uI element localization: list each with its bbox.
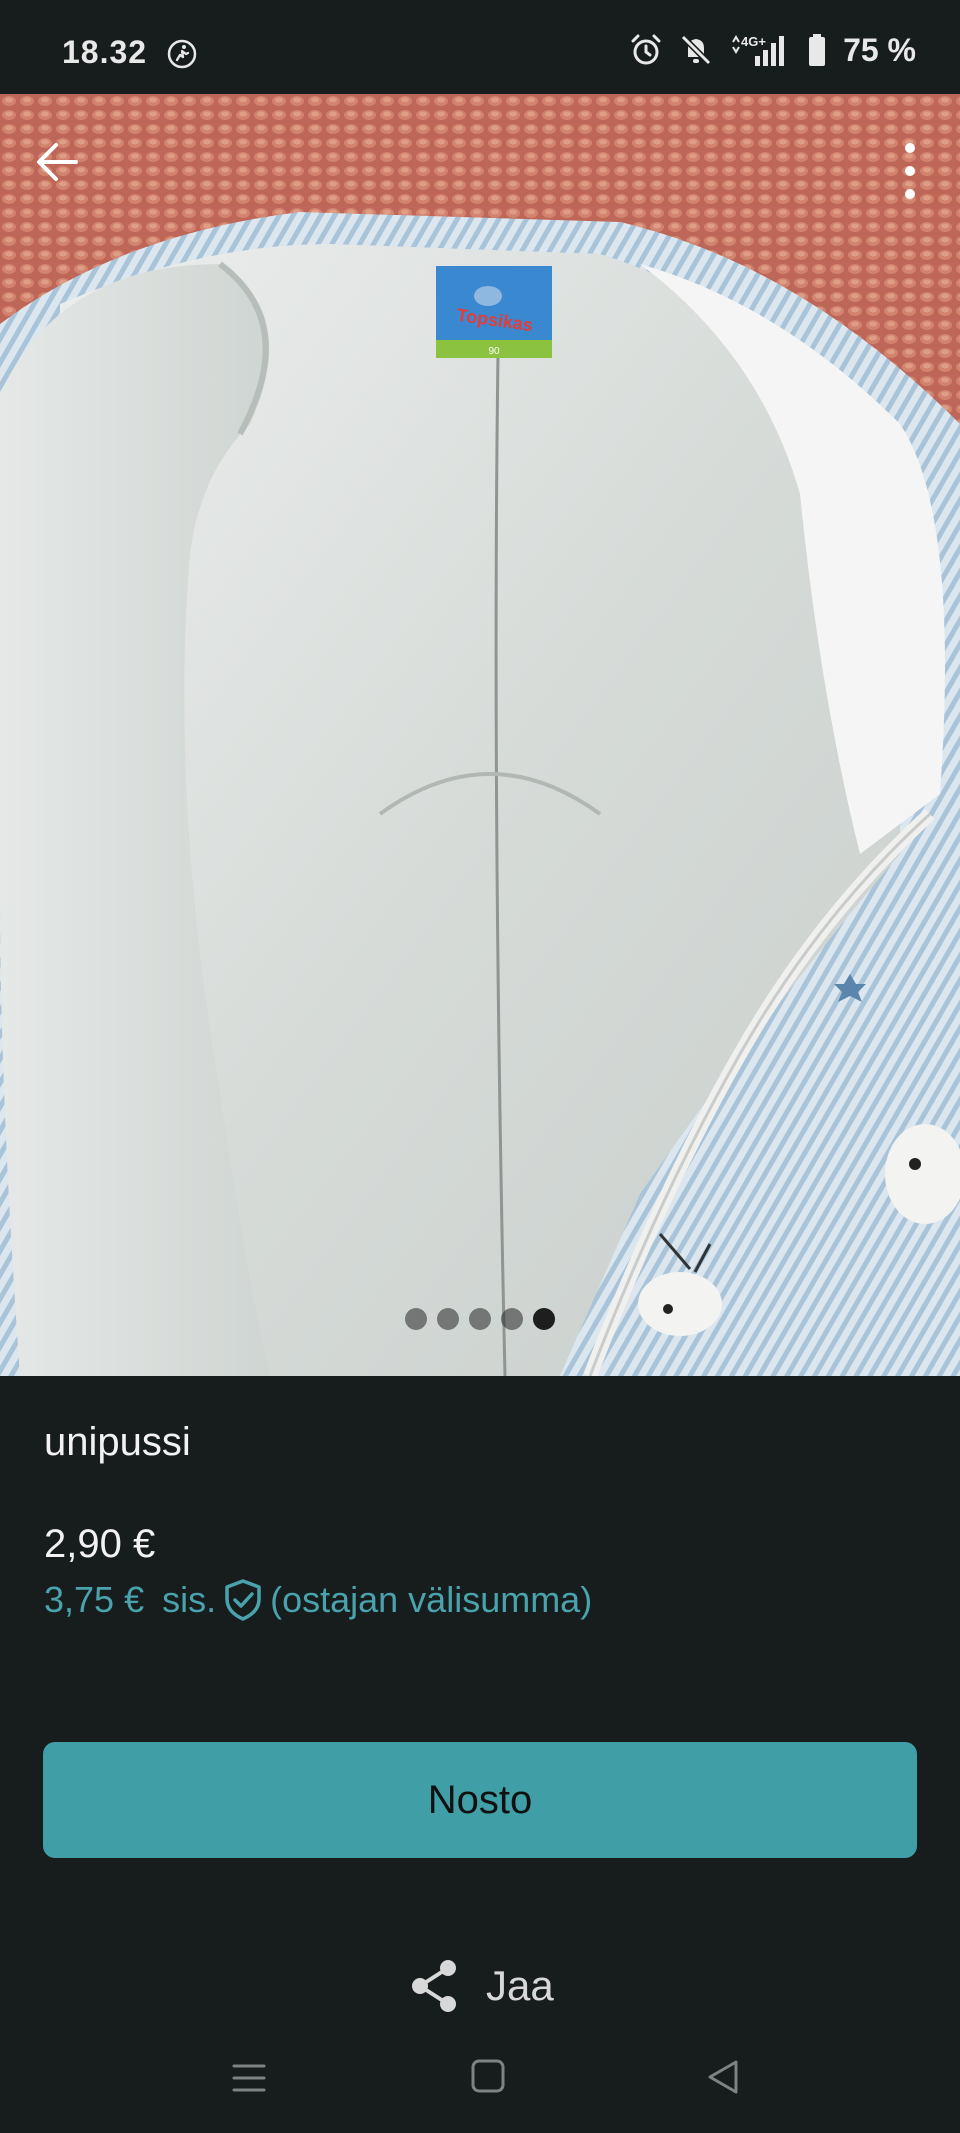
svg-text:90: 90 xyxy=(488,346,500,357)
pager-dot[interactable] xyxy=(405,1308,427,1330)
mute-icon xyxy=(680,34,712,66)
alarm-icon xyxy=(631,34,661,65)
share-icon xyxy=(412,1960,456,2012)
carousel-pager xyxy=(0,1308,960,1330)
share-label: Jaa xyxy=(486,1962,554,2009)
more-vertical-icon[interactable] xyxy=(900,140,920,202)
product-image-carousel[interactable]: Topsikas 90 xyxy=(0,94,960,1376)
pager-dot[interactable] xyxy=(469,1308,491,1330)
status-bar: 18.32 4G+ 75 % xyxy=(0,0,960,94)
activity-icon xyxy=(167,39,197,69)
product-photo: Topsikas 90 xyxy=(0,94,960,1376)
svg-text:4G+: 4G+ xyxy=(741,34,766,49)
shield-check-icon xyxy=(225,1579,261,1621)
home-icon[interactable] xyxy=(468,2056,508,2096)
signal-icon: 4G+ xyxy=(732,34,785,66)
pager-dot-active[interactable] xyxy=(533,1308,555,1330)
share-button[interactable]: Jaa xyxy=(408,1954,554,2018)
battery-icon xyxy=(809,34,826,66)
buyer-price-row[interactable]: 3,75 € sis. (ostajan välisumma) xyxy=(44,1578,592,1622)
status-time: 18.32 xyxy=(62,34,148,70)
system-nav-bar xyxy=(0,2040,960,2133)
nav-back-icon[interactable] xyxy=(706,2058,740,2096)
pager-dot[interactable] xyxy=(501,1308,523,1330)
buyer-price-note: (ostajan välisumma) xyxy=(270,1579,593,1620)
listing-title: unipussi xyxy=(44,1420,191,1464)
buyer-price-prefix: sis. xyxy=(162,1579,217,1620)
buyer-total-price: 3,75 € xyxy=(44,1579,145,1620)
listing-price: 2,90 € xyxy=(44,1522,156,1566)
recents-icon[interactable] xyxy=(230,2060,268,2096)
battery-percentage: 75 % xyxy=(843,31,916,68)
back-arrow-icon[interactable] xyxy=(30,134,86,190)
bump-button[interactable]: Nosto xyxy=(43,1742,917,1858)
status-icons: 4G+ 75 % xyxy=(629,30,916,70)
pager-dot[interactable] xyxy=(437,1308,459,1330)
